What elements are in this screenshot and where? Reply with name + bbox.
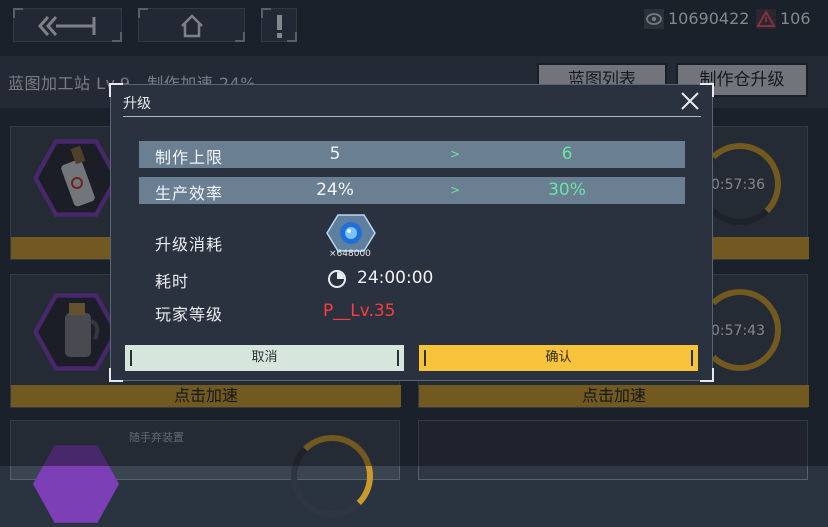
cost-label: 升级消耗 [155,235,224,254]
stat-label: 生产效率 [155,184,224,203]
stat-next: 6 [561,144,573,164]
stat-next: 30% [548,180,586,200]
stat-row-capacity: 制作上限 5 > 6 [139,141,685,168]
time-label: 耗时 [155,272,190,291]
cost-amount: ×648000 [329,249,371,259]
upgrade-dialog: 升级 制作上限 5 > 6 生产效率 24% > 30% 升级消耗 ×64800… [109,83,714,382]
player-level-label: 玩家等级 [155,305,224,324]
blue-crystal-icon [326,214,376,252]
stat-current: 24% [316,180,354,200]
time-value: 24:00:00 [357,268,434,288]
dialog-title: 升级 [123,96,151,112]
stat-current: 5 [329,144,341,164]
cancel-button[interactable]: 取消 [125,345,404,371]
title-divider [123,116,701,117]
stat-arrow: > [449,147,461,161]
player-level-requirement: P__Lv.35 [323,301,396,321]
stat-arrow: > [449,183,461,197]
clock-icon [328,270,346,288]
stat-label: 制作上限 [155,148,224,167]
close-icon[interactable] [679,90,701,112]
stat-row-efficiency: 生产效率 24% > 30% [139,177,685,204]
cost-item: ×648000 [325,213,377,261]
confirm-button[interactable]: 确认 [419,345,698,371]
